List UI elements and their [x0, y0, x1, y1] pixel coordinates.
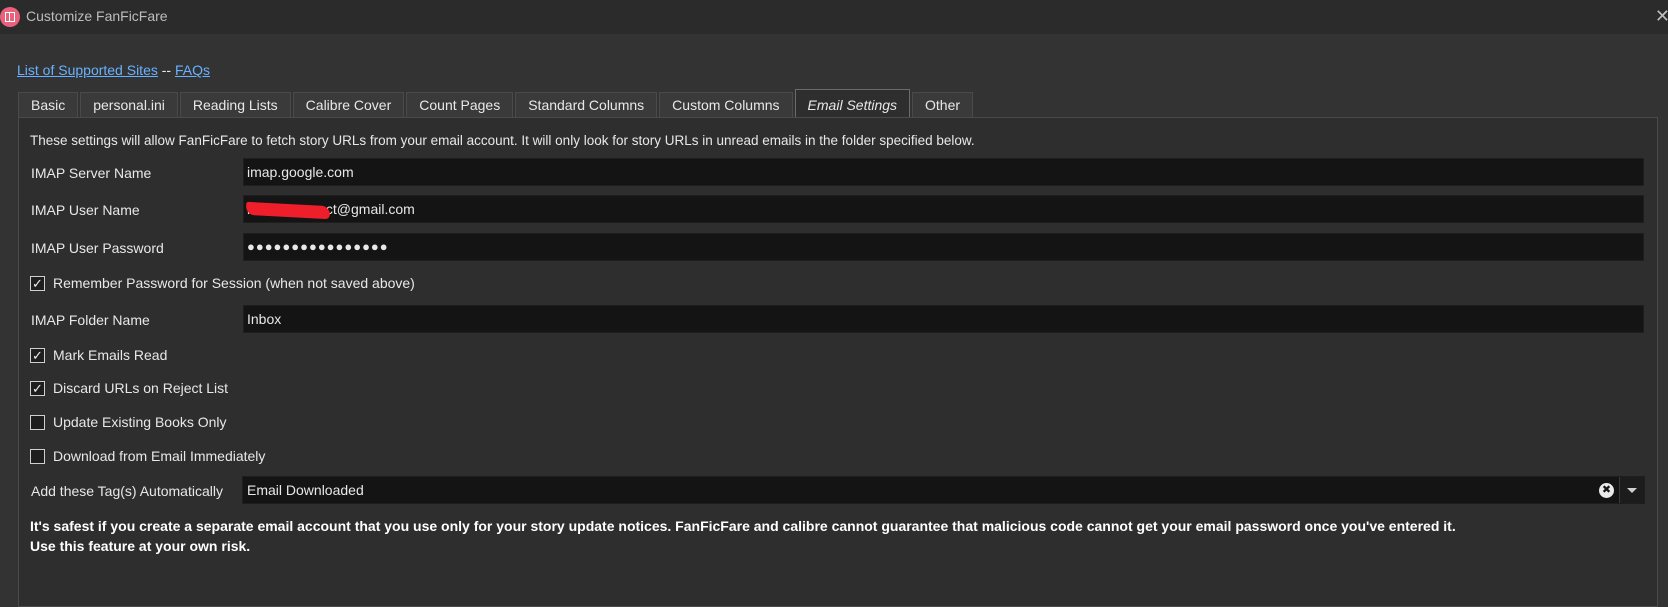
update-existing-only-label: Update Existing Books Only [53, 414, 227, 430]
title-bar: Customize FanFicFare ✕ [0, 0, 1668, 34]
tab-calibre-cover[interactable]: Calibre Cover [292, 92, 405, 118]
clear-icon[interactable]: ✖ [1599, 483, 1614, 498]
imap-server-label: IMAP Server Name [31, 165, 152, 181]
discard-urls-option[interactable]: ✓ Discard URLs on Reject List [30, 380, 228, 396]
mark-emails-read-option[interactable]: ✓ Mark Emails Read [30, 347, 167, 363]
tab-bar: Basic personal.ini Reading Lists Calibre… [18, 89, 975, 119]
imap-password-input[interactable]: ●●●●●●●●●●●●●●●● [243, 233, 1644, 261]
tab-email-settings[interactable]: Email Settings [794, 89, 911, 119]
imap-user-value-end: ct@gmail.com [325, 201, 415, 217]
tags-label: Add these Tag(s) Automatically [31, 483, 223, 499]
imap-folder-label: IMAP Folder Name [31, 312, 150, 328]
tab-count-pages[interactable]: Count Pages [406, 92, 514, 118]
help-links: List of Supported Sites -- FAQs [17, 62, 210, 78]
close-icon[interactable]: ✕ [1655, 6, 1668, 26]
email-settings-description: These settings will allow FanFicFare to … [30, 133, 975, 148]
tags-combobox[interactable]: Email Downloaded ✖ [242, 476, 1645, 504]
window-title: Customize FanFicFare [26, 8, 168, 24]
imap-server-input[interactable]: imap.google.com [243, 158, 1644, 186]
remember-password-checkbox[interactable]: ✓ [30, 275, 45, 291]
imap-folder-input[interactable]: Inbox [243, 305, 1644, 333]
mark-emails-read-checkbox[interactable]: ✓ [30, 347, 45, 363]
faqs-link[interactable]: FAQs [175, 62, 210, 78]
supported-sites-link[interactable]: List of Supported Sites [17, 62, 158, 78]
tab-basic[interactable]: Basic [18, 92, 79, 118]
tab-personal-ini[interactable]: personal.ini [80, 92, 178, 118]
tab-reading-lists[interactable]: Reading Lists [179, 92, 291, 118]
remember-password-label: Remember Password for Session (when not … [53, 275, 415, 291]
tags-value: Email Downloaded [247, 482, 364, 498]
tab-standard-columns[interactable]: Standard Columns [515, 92, 658, 118]
imap-user-input[interactable]: lact@gmail.com [243, 195, 1644, 223]
tab-other[interactable]: Other [912, 92, 974, 118]
chevron-down-icon[interactable] [1619, 477, 1644, 503]
download-immediately-label: Download from Email Immediately [53, 448, 266, 464]
warning-line-2: Use this feature at your own risk. [30, 538, 251, 554]
warning-line-1: It's safest if you create a separate ema… [30, 518, 1456, 534]
imap-user-label: IMAP User Name [31, 202, 140, 218]
update-existing-only-option[interactable]: Update Existing Books Only [30, 414, 227, 430]
download-immediately-option[interactable]: Download from Email Immediately [30, 448, 265, 464]
update-existing-only-checkbox[interactable] [30, 414, 45, 430]
discard-urls-checkbox[interactable]: ✓ [30, 380, 45, 396]
download-immediately-checkbox[interactable] [30, 448, 45, 464]
remember-password-option[interactable]: ✓ Remember Password for Session (when no… [30, 275, 415, 291]
link-separator: -- [161, 62, 172, 78]
mark-emails-read-label: Mark Emails Read [53, 347, 168, 363]
tab-custom-columns[interactable]: Custom Columns [659, 92, 793, 118]
imap-password-label: IMAP User Password [31, 240, 164, 256]
discard-urls-label: Discard URLs on Reject List [53, 380, 229, 396]
fanficfare-book-icon [0, 7, 20, 27]
security-warning: It's safest if you create a separate ema… [30, 516, 1456, 556]
